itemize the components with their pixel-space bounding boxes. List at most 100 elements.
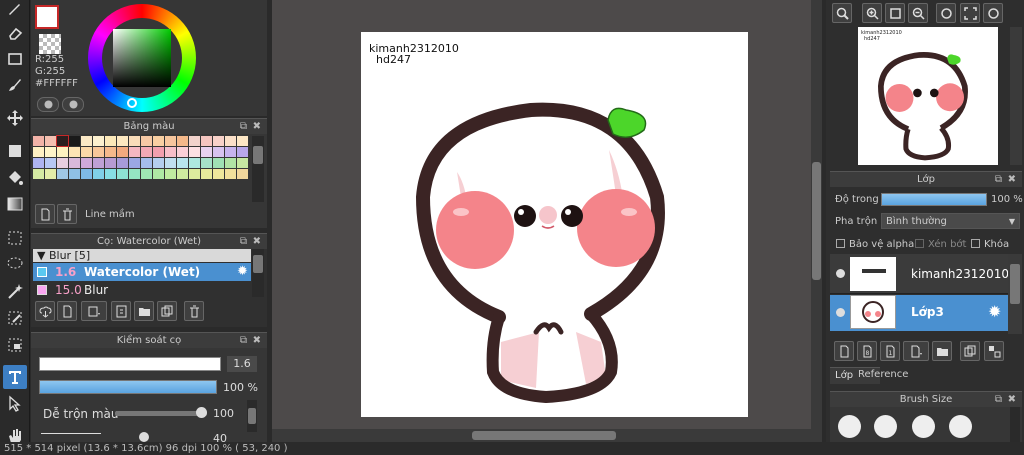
layer-row[interactable]: kimanh2312010: [830, 254, 1009, 294]
layer-visibility-icon[interactable]: [836, 269, 845, 278]
palette-swatch[interactable]: [141, 136, 152, 146]
zoom-search-icon[interactable]: [832, 3, 852, 23]
fill-rectangle-tool-icon[interactable]: [3, 139, 27, 163]
palette-swatch[interactable]: [153, 147, 164, 157]
new-layer-8bit-button[interactable]: 8: [857, 341, 877, 361]
palette-swatch[interactable]: [153, 136, 164, 146]
palette-swatch[interactable]: [177, 158, 188, 168]
palette-swatch[interactable]: [153, 169, 164, 179]
palette-swatch[interactable]: [201, 147, 212, 157]
palette-swatch[interactable]: [117, 169, 128, 179]
palette-swatch[interactable]: [69, 169, 80, 179]
merge-layer-button[interactable]: [984, 341, 1004, 361]
brush-delete-button[interactable]: [184, 301, 204, 321]
saturation-value-square[interactable]: [113, 29, 171, 87]
panel-close-icon[interactable]: ✖: [1008, 172, 1016, 187]
palette-swatch[interactable]: [69, 147, 80, 157]
lasso-tool-icon[interactable]: [3, 252, 27, 276]
brush-folder-button[interactable]: [134, 301, 154, 321]
palette-swatch[interactable]: [237, 169, 248, 179]
palette-swatch[interactable]: [33, 147, 44, 157]
layer-settings-gear-icon[interactable]: ✹: [988, 302, 1001, 321]
brush-control-scrollbar[interactable]: [247, 400, 257, 432]
palette-swatch[interactable]: [69, 158, 80, 168]
panel-close-icon[interactable]: ✖: [253, 234, 261, 249]
brush-group-row[interactable]: ▼ Blur [5]: [33, 249, 251, 262]
palette-swatch[interactable]: [93, 169, 104, 179]
palette-swatch[interactable]: [105, 147, 116, 157]
palette-swatch[interactable]: [153, 158, 164, 168]
palette-swatch[interactable]: [93, 147, 104, 157]
operation-tool-icon[interactable]: [3, 392, 27, 416]
palette-swatch[interactable]: [69, 136, 80, 146]
color-mode-button[interactable]: [37, 97, 59, 112]
magic-wand-tool-icon[interactable]: [3, 280, 27, 304]
palette-swatch[interactable]: [213, 136, 224, 146]
rectangle-tool-icon[interactable]: [3, 47, 27, 71]
palette-swatch[interactable]: [105, 158, 116, 168]
palette-swatch[interactable]: [81, 158, 92, 168]
palette-swatch[interactable]: [177, 136, 188, 146]
brush-duplicate-button[interactable]: [157, 301, 177, 321]
palette-swatch[interactable]: [189, 158, 200, 168]
panel-float-icon[interactable]: ⧉: [995, 392, 1002, 407]
transparent-color-swatch[interactable]: [39, 34, 61, 54]
palette-swatch[interactable]: [117, 158, 128, 168]
palette-swatch[interactable]: [129, 147, 140, 157]
panel-float-icon[interactable]: ⧉: [995, 172, 1002, 187]
color-picker-button[interactable]: [62, 97, 84, 112]
layer-row-selected[interactable]: Lớp3 ✹: [830, 295, 1008, 331]
lock-checkbox[interactable]: Khóa: [971, 239, 1009, 250]
brush-size-preset[interactable]: [874, 415, 897, 438]
palette-swatch[interactable]: [141, 158, 152, 168]
canvas-paper[interactable]: kimanh2312010 hd247: [361, 32, 748, 417]
new-layer-button[interactable]: [834, 341, 854, 361]
new-layer-1bit-button[interactable]: 1: [880, 341, 900, 361]
next-slider-knob[interactable]: [139, 432, 149, 442]
fit-screen-icon[interactable]: [885, 3, 905, 23]
palette-swatch[interactable]: [57, 158, 68, 168]
palette-swatch[interactable]: [165, 147, 176, 157]
brush-size-field[interactable]: 1.6: [227, 356, 257, 372]
panel-float-icon[interactable]: ⧉: [240, 119, 247, 134]
palette-swatch[interactable]: [201, 158, 212, 168]
pen-tool-icon[interactable]: [3, 0, 27, 20]
palette-swatch[interactable]: [213, 147, 224, 157]
palette-swatch[interactable]: [165, 136, 176, 146]
palette-swatch[interactable]: [213, 158, 224, 168]
palette-swatch[interactable]: [225, 136, 236, 146]
brush-size-preset[interactable]: [949, 415, 972, 438]
palette-swatch[interactable]: [81, 136, 92, 146]
palette-swatch[interactable]: [141, 147, 152, 157]
brush-size-slider[interactable]: [39, 357, 221, 371]
palette-swatch[interactable]: [225, 169, 236, 179]
palette-swatch[interactable]: [165, 158, 176, 168]
brush-size-scrollbar[interactable]: [1010, 407, 1020, 442]
palette-swatch[interactable]: [225, 158, 236, 168]
protect-alpha-checkbox[interactable]: Bảo vệ alpha: [836, 239, 914, 250]
palette-swatch[interactable]: [33, 158, 44, 168]
duplicate-layer-button[interactable]: [960, 341, 980, 361]
layer-opacity-slider[interactable]: [881, 193, 987, 206]
text-tool-icon[interactable]: [3, 365, 27, 389]
palette-swatch[interactable]: [105, 136, 116, 146]
palette-swatch[interactable]: [165, 169, 176, 179]
palette-swatch[interactable]: [57, 169, 68, 179]
palette-swatch[interactable]: [45, 147, 56, 157]
fullscreen-icon[interactable]: [960, 3, 980, 23]
zoom-in-icon[interactable]: [862, 3, 882, 23]
brush-add-menu-button[interactable]: [81, 301, 107, 321]
foreground-color-swatch[interactable]: [35, 5, 59, 29]
brush-item-watercolor[interactable]: 1.6 Watercolor (Wet) ✹: [33, 263, 251, 281]
palette-swatch[interactable]: [237, 158, 248, 168]
brush-tool-icon[interactable]: [3, 73, 27, 97]
panel-close-icon[interactable]: ✖: [253, 119, 261, 134]
hue-wheel[interactable]: [88, 4, 198, 112]
select-pen-tool-icon[interactable]: [3, 306, 27, 330]
palette-swatch[interactable]: [45, 169, 56, 179]
clipping-checkbox[interactable]: Xén bớt: [915, 239, 966, 250]
rotate-left-icon[interactable]: [936, 3, 956, 23]
brush-download-button[interactable]: [35, 301, 55, 321]
panel-close-icon[interactable]: ✖: [1008, 392, 1016, 407]
canvas-horizontal-scrollbar[interactable]: [272, 429, 811, 442]
